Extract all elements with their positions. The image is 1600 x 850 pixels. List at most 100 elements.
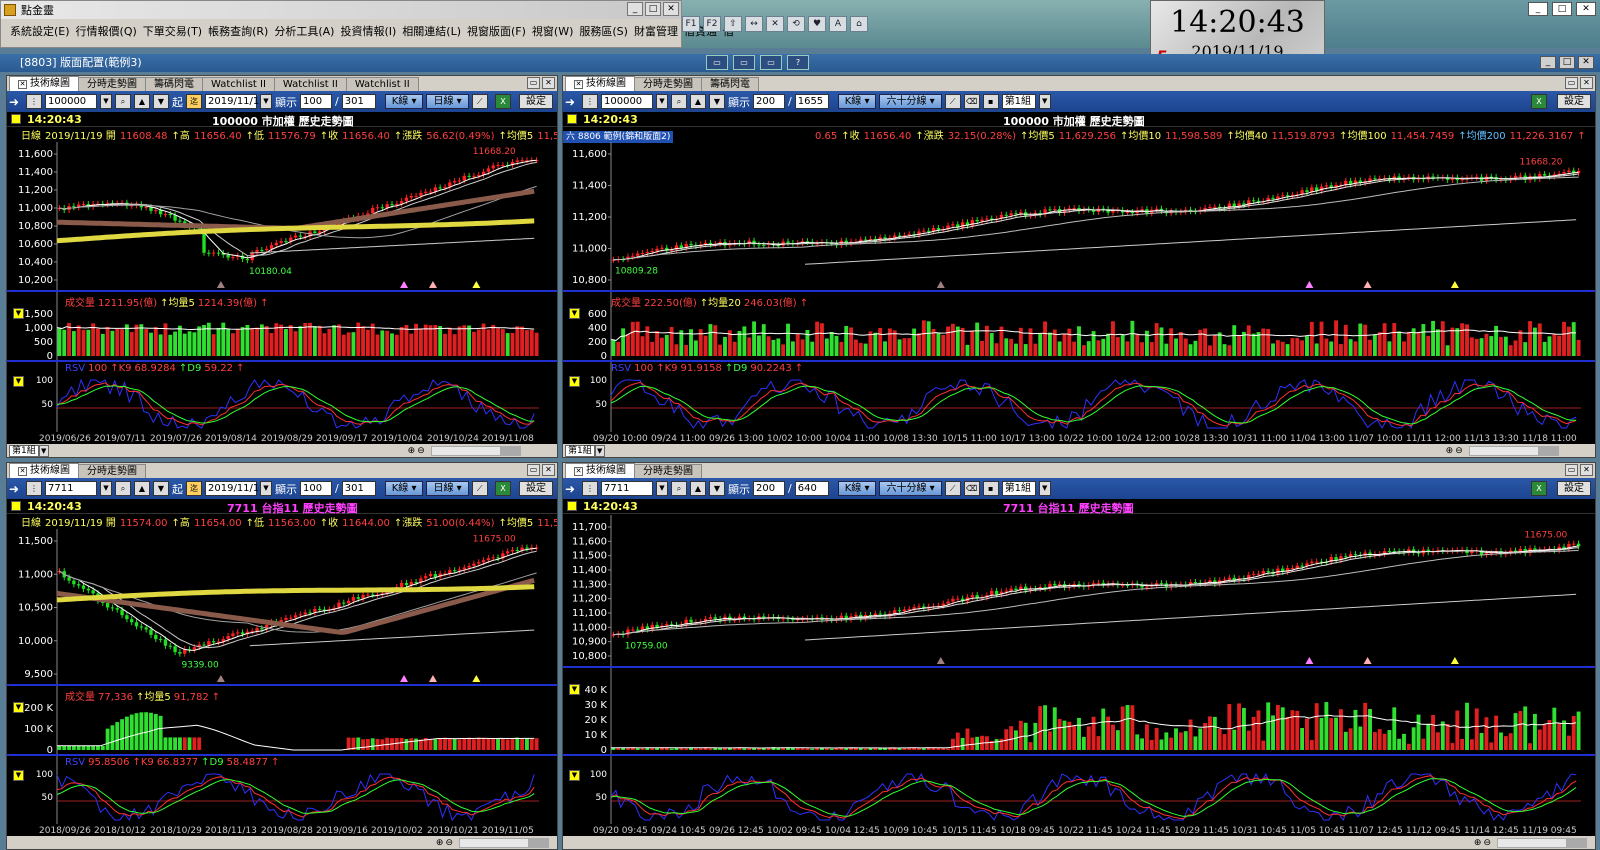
toolbar-button[interactable]: ⇧ — [724, 16, 742, 32]
panel-tab[interactable]: ✕ 技術線圖 — [9, 76, 79, 91]
period-dropdown[interactable]: 六十分線 ▾ — [879, 481, 942, 496]
toolbar-button[interactable]: F2 — [703, 16, 721, 32]
up-arrow-icon[interactable]: ▲ — [134, 481, 150, 496]
restore-button[interactable]: □ — [1552, 2, 1572, 16]
chevron-down-icon[interactable]: ▼ — [38, 444, 49, 457]
panel-tab[interactable]: Watchlist II — [345, 77, 419, 91]
minimize-button[interactable]: _ — [627, 2, 643, 16]
down-arrow-icon[interactable]: ▼ — [153, 94, 169, 109]
down-arrow-icon[interactable]: ▼ — [153, 481, 169, 496]
line-tool-icon[interactable]: ⟋ — [944, 94, 961, 109]
menu-item[interactable]: 服務區(S) — [576, 23, 631, 39]
chevron-down-icon[interactable]: ▼ — [1038, 481, 1051, 496]
show-count-input[interactable]: 100 — [300, 94, 332, 109]
line-tool-icon[interactable]: ⟋ — [471, 94, 488, 109]
panel-tab[interactable]: ✕ 技術線圖 — [565, 463, 635, 478]
close-icon[interactable]: ✕ — [1580, 464, 1593, 476]
toolbar-button[interactable]: ⌂ — [850, 16, 868, 32]
show-count-input[interactable]: 100 — [300, 481, 332, 496]
group-select[interactable]: 第1組 — [9, 444, 39, 457]
eraser-icon[interactable]: ⌫ — [963, 481, 980, 496]
period-dropdown[interactable]: 日線 ▾ — [426, 94, 469, 109]
toolbar-button[interactable]: A — [829, 16, 847, 32]
link-arrow-icon[interactable]: ➜ — [9, 95, 23, 109]
search-icon[interactable]: ⌕ — [115, 481, 131, 496]
search-icon[interactable]: ⌕ — [115, 94, 131, 109]
date-input[interactable]: 2019/11/19 — [205, 481, 266, 496]
minimize-button[interactable]: _ — [1528, 2, 1548, 16]
k-line-dropdown[interactable]: K線 ▾ — [837, 94, 877, 109]
panel-tab[interactable]: 分時走勢圖 — [78, 464, 146, 478]
zoom-out-icon[interactable]: ⊖ — [417, 446, 425, 456]
show-count-input[interactable]: 200 — [753, 94, 785, 109]
group-select[interactable]: 第1組 — [1001, 94, 1036, 109]
link-arrow-icon[interactable]: ➜ — [565, 482, 579, 496]
grid-icon[interactable]: ⋮ — [582, 94, 598, 109]
up-arrow-icon[interactable]: ▲ — [134, 94, 150, 109]
excel-icon[interactable]: X — [495, 481, 511, 496]
scrollbar[interactable] — [459, 837, 549, 848]
panel-tab[interactable]: 分時走勢圖 — [78, 77, 146, 91]
panel-tab[interactable]: 分時走勢圖 — [634, 77, 702, 91]
menu-item[interactable]: 下單交易(T) — [140, 23, 205, 39]
search-icon[interactable]: ⌕ — [671, 481, 687, 496]
collapse-icon[interactable]: ▼ — [569, 308, 580, 319]
up-arrow-icon[interactable]: ▲ — [690, 94, 706, 109]
search-icon[interactable]: ⌕ — [671, 94, 687, 109]
down-arrow-icon[interactable]: ▼ — [709, 481, 725, 496]
close-icon[interactable]: ✕ — [18, 80, 27, 89]
close-icon[interactable]: ✕ — [542, 464, 555, 476]
collapse-icon[interactable]: ▼ — [569, 770, 580, 781]
zoom-out-icon[interactable]: ⊖ — [1483, 838, 1491, 848]
line-tool-icon[interactable]: ⟋ — [944, 481, 961, 496]
excel-icon[interactable]: X — [1531, 94, 1547, 109]
calendar-icon[interactable]: 迄 — [186, 94, 202, 109]
toolbar-button[interactable]: F1 — [682, 16, 700, 32]
price-chart[interactable]: 11,500 11,000 10,500 10,000 9,500 11675.00 933… — [7, 529, 558, 684]
panel-tab[interactable]: 分時走勢圖 — [634, 464, 702, 478]
symbol-input[interactable]: 100000 — [45, 94, 97, 109]
k-line-dropdown[interactable]: K線 ▾ — [837, 481, 877, 496]
close-icon[interactable]: ✕ — [18, 467, 27, 476]
zoom-out-icon[interactable]: ⊖ — [445, 838, 453, 848]
excel-icon[interactable]: X — [1531, 481, 1547, 496]
chevron-down-icon[interactable]: ▼ — [100, 94, 112, 109]
scrollbar[interactable] — [1468, 445, 1559, 456]
restore-icon[interactable]: ▭ — [1565, 464, 1578, 476]
restore-icon[interactable]: ▭ — [1565, 77, 1578, 89]
menu-icon[interactable] — [567, 501, 577, 511]
scrollbar[interactable] — [430, 445, 521, 456]
close-icon[interactable]: ✕ — [574, 467, 583, 476]
mdi-minimize-button[interactable]: _ — [1540, 56, 1556, 69]
k-line-dropdown[interactable]: K線 ▾ — [384, 94, 424, 109]
menu-item[interactable]: 行情報價(Q) — [73, 23, 140, 39]
zoom-out-icon[interactable]: ⊖ — [1455, 446, 1463, 456]
calendar-icon[interactable]: 迄 — [186, 481, 202, 496]
panel-tab[interactable]: Watchlist II — [202, 77, 275, 91]
zoom-in-icon[interactable]: ⊕ — [408, 446, 416, 456]
collapse-icon[interactable]: ▼ — [13, 308, 24, 319]
period-dropdown[interactable]: 日線 ▾ — [426, 481, 469, 496]
close-button[interactable]: ✕ — [1576, 2, 1596, 16]
eraser-icon[interactable]: ⌫ — [963, 94, 980, 109]
group-select[interactable]: 第1組 — [565, 444, 595, 457]
excel-icon[interactable]: X — [495, 94, 511, 109]
chevron-down-icon[interactable]: ▼ — [260, 481, 272, 496]
close-icon[interactable]: ✕ — [574, 80, 583, 89]
menu-item[interactable]: 相關連結(L) — [399, 23, 464, 39]
layout-button[interactable]: ▭ — [706, 55, 728, 70]
down-arrow-icon[interactable]: ▼ — [709, 94, 725, 109]
close-button[interactable]: ✕ — [663, 2, 679, 16]
show-count-input[interactable]: 200 — [753, 481, 785, 496]
collapse-icon[interactable]: ▼ — [569, 684, 580, 695]
mdi-close-button[interactable]: ✕ — [1578, 56, 1594, 69]
menu-item[interactable]: 分析工具(A) — [271, 23, 337, 39]
zoom-in-icon[interactable]: ⊕ — [1474, 838, 1482, 848]
zoom-in-icon[interactable]: ⊕ — [436, 838, 444, 848]
link-arrow-icon[interactable]: ➜ — [9, 482, 23, 496]
chevron-down-icon[interactable]: ▼ — [260, 94, 272, 109]
layout-button[interactable]: ▭ — [760, 55, 782, 70]
layout-button[interactable]: ▭ — [733, 55, 755, 70]
line-tool-icon[interactable]: ⟋ — [471, 481, 488, 496]
settings-button[interactable]: 設定 — [1557, 94, 1591, 109]
